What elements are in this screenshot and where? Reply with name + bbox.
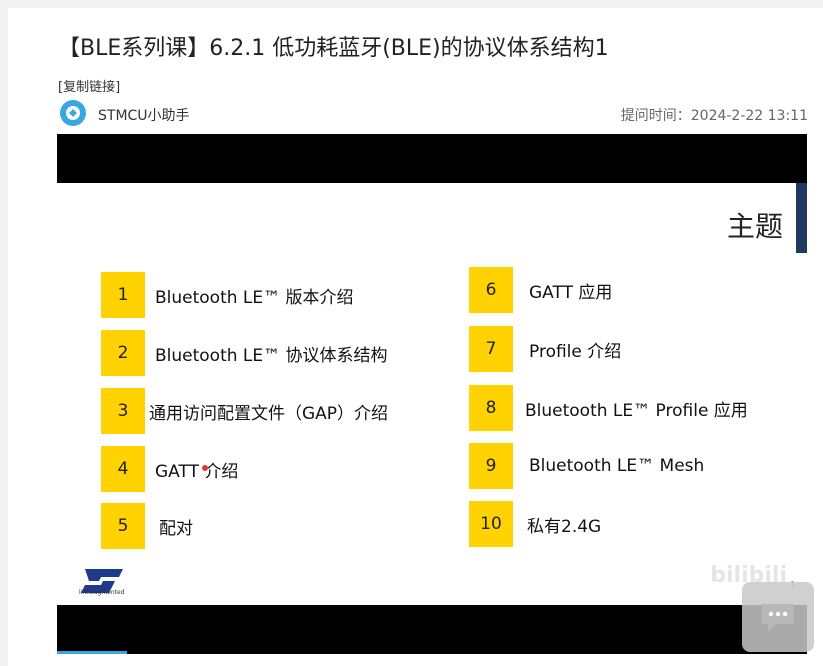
topic-label: 私有2.4G	[527, 516, 602, 537]
topic-number: 8	[469, 385, 513, 431]
topic-number: 4	[101, 446, 145, 492]
topic-item: 9 Bluetooth LE™ Mesh	[469, 443, 704, 489]
topic-number: 7	[469, 326, 513, 372]
chat-bubble-icon	[762, 604, 794, 631]
video-player[interactable]: 主题 1 Bluetooth LE™ 版本介绍 2 Bluetooth LE™ …	[57, 134, 807, 654]
topic-item: 3 通用访问配置文件（GAP）介绍	[101, 388, 388, 434]
topic-item: 1 Bluetooth LE™ 版本介绍	[101, 272, 354, 318]
st-tagline: life.augmented	[79, 589, 125, 596]
slide-accent-bar	[796, 183, 807, 253]
topic-item: 10 私有2.4G	[469, 501, 601, 547]
author-row: STMCU小助手 提问时间：2024-2-22 13:11	[58, 99, 808, 127]
slide-content: 主题 1 Bluetooth LE™ 版本介绍 2 Bluetooth LE™ …	[57, 183, 807, 605]
topic-number: 3	[101, 388, 145, 434]
author-name[interactable]: STMCU小助手	[98, 105, 190, 125]
post-timestamp: 提问时间：2024-2-22 13:11	[620, 108, 808, 124]
video-progress-bar[interactable]	[57, 651, 127, 654]
topic-number: 5	[101, 503, 145, 549]
topic-item: 8 Bluetooth LE™ Profile 应用	[469, 385, 748, 431]
chat-button[interactable]	[742, 582, 814, 652]
topic-label: GATT 介绍	[155, 461, 239, 482]
topic-number: 9	[469, 443, 513, 489]
topic-item: 6 GATT 应用	[469, 267, 612, 313]
pointer-dot	[202, 465, 208, 471]
topic-label: Bluetooth LE™ 版本介绍	[155, 287, 354, 308]
topic-label: Bluetooth LE™ 协议体系结构	[155, 345, 388, 366]
topic-number: 1	[101, 272, 145, 318]
topic-item: 7 Profile 介绍	[469, 326, 621, 372]
topic-label: 通用访问配置文件（GAP）介绍	[149, 403, 389, 424]
topic-number: 2	[101, 330, 145, 376]
topic-label: GATT 应用	[529, 282, 613, 303]
topic-item: 2 Bluetooth LE™ 协议体系结构	[101, 330, 388, 376]
topic-number: 10	[469, 501, 513, 547]
avatar-logo-icon	[66, 106, 80, 120]
topic-label: Profile 介绍	[529, 341, 622, 362]
post-title: 【BLE系列课】6.2.1 低功耗蓝牙(BLE)的协议体系结构1	[58, 36, 609, 61]
topic-label: 配对	[159, 518, 193, 539]
avatar[interactable]	[60, 100, 86, 126]
topic-label: Bluetooth LE™ Mesh	[529, 456, 705, 476]
topic-item: 5 配对	[101, 503, 193, 549]
topic-number: 6	[469, 267, 513, 313]
topic-label: Bluetooth LE™ Profile 应用	[525, 400, 748, 421]
topic-item: 4 GATT 介绍	[101, 446, 238, 492]
slide-heading: 主题	[726, 210, 783, 243]
copy-link-button[interactable]: [复制链接]	[58, 76, 120, 95]
